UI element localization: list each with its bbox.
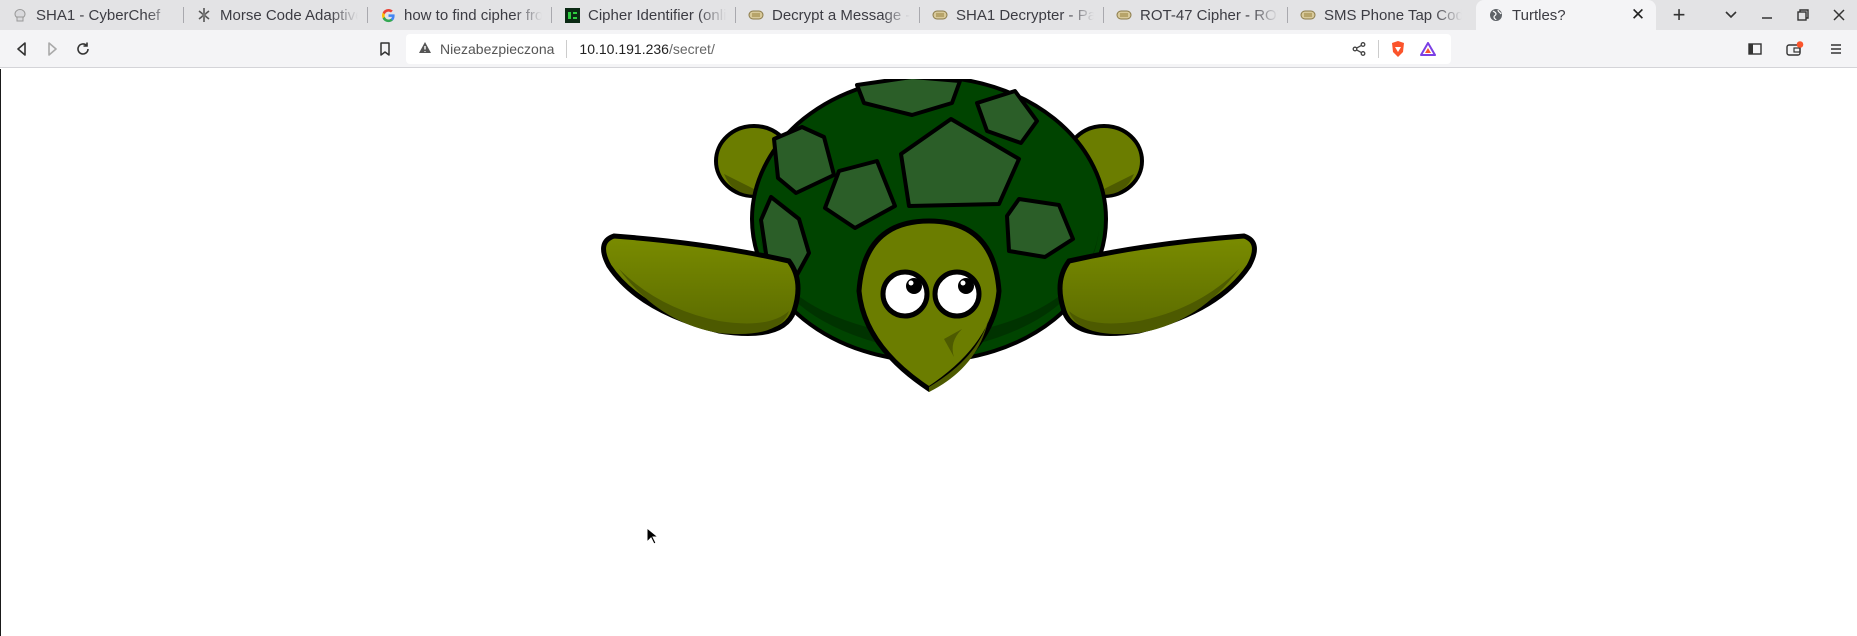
cyberchef-icon <box>12 7 28 23</box>
turtle-cartoon-image <box>601 79 1257 392</box>
new-tab-button[interactable]: + <box>1662 0 1696 30</box>
brave-rewards-icon[interactable] <box>1413 34 1443 64</box>
morse-icon <box>196 7 212 23</box>
tab-title: Cipher Identifier (online tool) <box>588 6 726 24</box>
page-content <box>0 69 1857 636</box>
menu-icon[interactable] <box>1822 35 1850 63</box>
tab-cipher-identifier[interactable]: Cipher Identifier (online tool) <box>552 0 736 30</box>
boxentriq-icon <box>1116 7 1132 23</box>
boxentriq-icon <box>1300 7 1316 23</box>
restore-icon[interactable] <box>1785 0 1821 30</box>
tab-title: how to find cipher from text <box>404 6 542 24</box>
mouse-cursor-icon <box>646 527 658 545</box>
tab-google-search[interactable]: how to find cipher from text <box>368 0 552 30</box>
forward-icon[interactable] <box>38 35 66 63</box>
tab-title: SMS Phone Tap Code Cipher <box>1324 6 1462 24</box>
close-window-icon[interactable] <box>1821 0 1857 30</box>
sidebar-toggle-icon[interactable] <box>1741 35 1769 63</box>
tab-decrypt-message[interactable]: Decrypt a Message - Cipher Identifier <box>736 0 920 30</box>
address-bar[interactable]: Niezabezpieczona 10.10.191.236/secret/ <box>406 34 1451 64</box>
tab-title: SHA1 - CyberChef <box>36 6 161 24</box>
google-icon <box>380 7 396 23</box>
tab-sha1-decrypter[interactable]: SHA1 Decrypter - Password Hash <box>920 0 1104 30</box>
dcode-icon <box>564 7 580 23</box>
tab-turtles[interactable]: Turtles? ✕ <box>1476 0 1656 30</box>
toolbar-divider <box>1378 40 1379 58</box>
tab-title: Morse Code Adaptive Audio Decoder <box>220 6 358 24</box>
minimize-icon[interactable] <box>1749 0 1785 30</box>
bookmark-icon[interactable] <box>371 35 399 63</box>
tab-morse[interactable]: Morse Code Adaptive Audio Decoder <box>184 0 368 30</box>
browser-toolbar: Niezabezpieczona 10.10.191.236/secret/ <box>0 30 1857 68</box>
tab-title: ROT-47 Cipher - ROT47 Decoder <box>1140 6 1278 24</box>
warning-icon[interactable] <box>418 41 432 57</box>
turtle-head <box>856 218 1002 392</box>
share-icon[interactable] <box>1344 34 1374 64</box>
tab-rot47[interactable]: ROT-47 Cipher - ROT47 Decoder <box>1104 0 1288 30</box>
tab-strip: SHA1 - CyberChef Morse Code Adaptive Aud… <box>0 0 1857 30</box>
back-icon[interactable] <box>8 35 36 63</box>
brave-shields-icon[interactable] <box>1383 34 1413 64</box>
wallet-icon[interactable] <box>1781 35 1809 63</box>
tab-search-chevron-icon[interactable] <box>1713 0 1749 30</box>
tab-title: Turtles? <box>1512 6 1566 24</box>
address-divider <box>566 40 568 58</box>
tab-cyberchef[interactable]: SHA1 - CyberChef <box>0 0 184 30</box>
url-host: 10.10.191.236 <box>579 41 669 57</box>
url-path: /secret/ <box>668 41 715 57</box>
globe-icon <box>1488 7 1504 23</box>
reload-icon[interactable] <box>69 35 97 63</box>
security-label[interactable]: Niezabezpieczona <box>440 41 554 57</box>
boxentriq-icon <box>748 7 764 23</box>
tab-title: SHA1 Decrypter - Password Hash <box>956 6 1094 24</box>
tab-title: Decrypt a Message - Cipher Identifier <box>772 6 910 24</box>
boxentriq-icon <box>932 7 948 23</box>
tab-sms-tap-code[interactable]: SMS Phone Tap Code Cipher <box>1288 0 1472 30</box>
close-tab-icon[interactable]: ✕ <box>1630 5 1646 24</box>
